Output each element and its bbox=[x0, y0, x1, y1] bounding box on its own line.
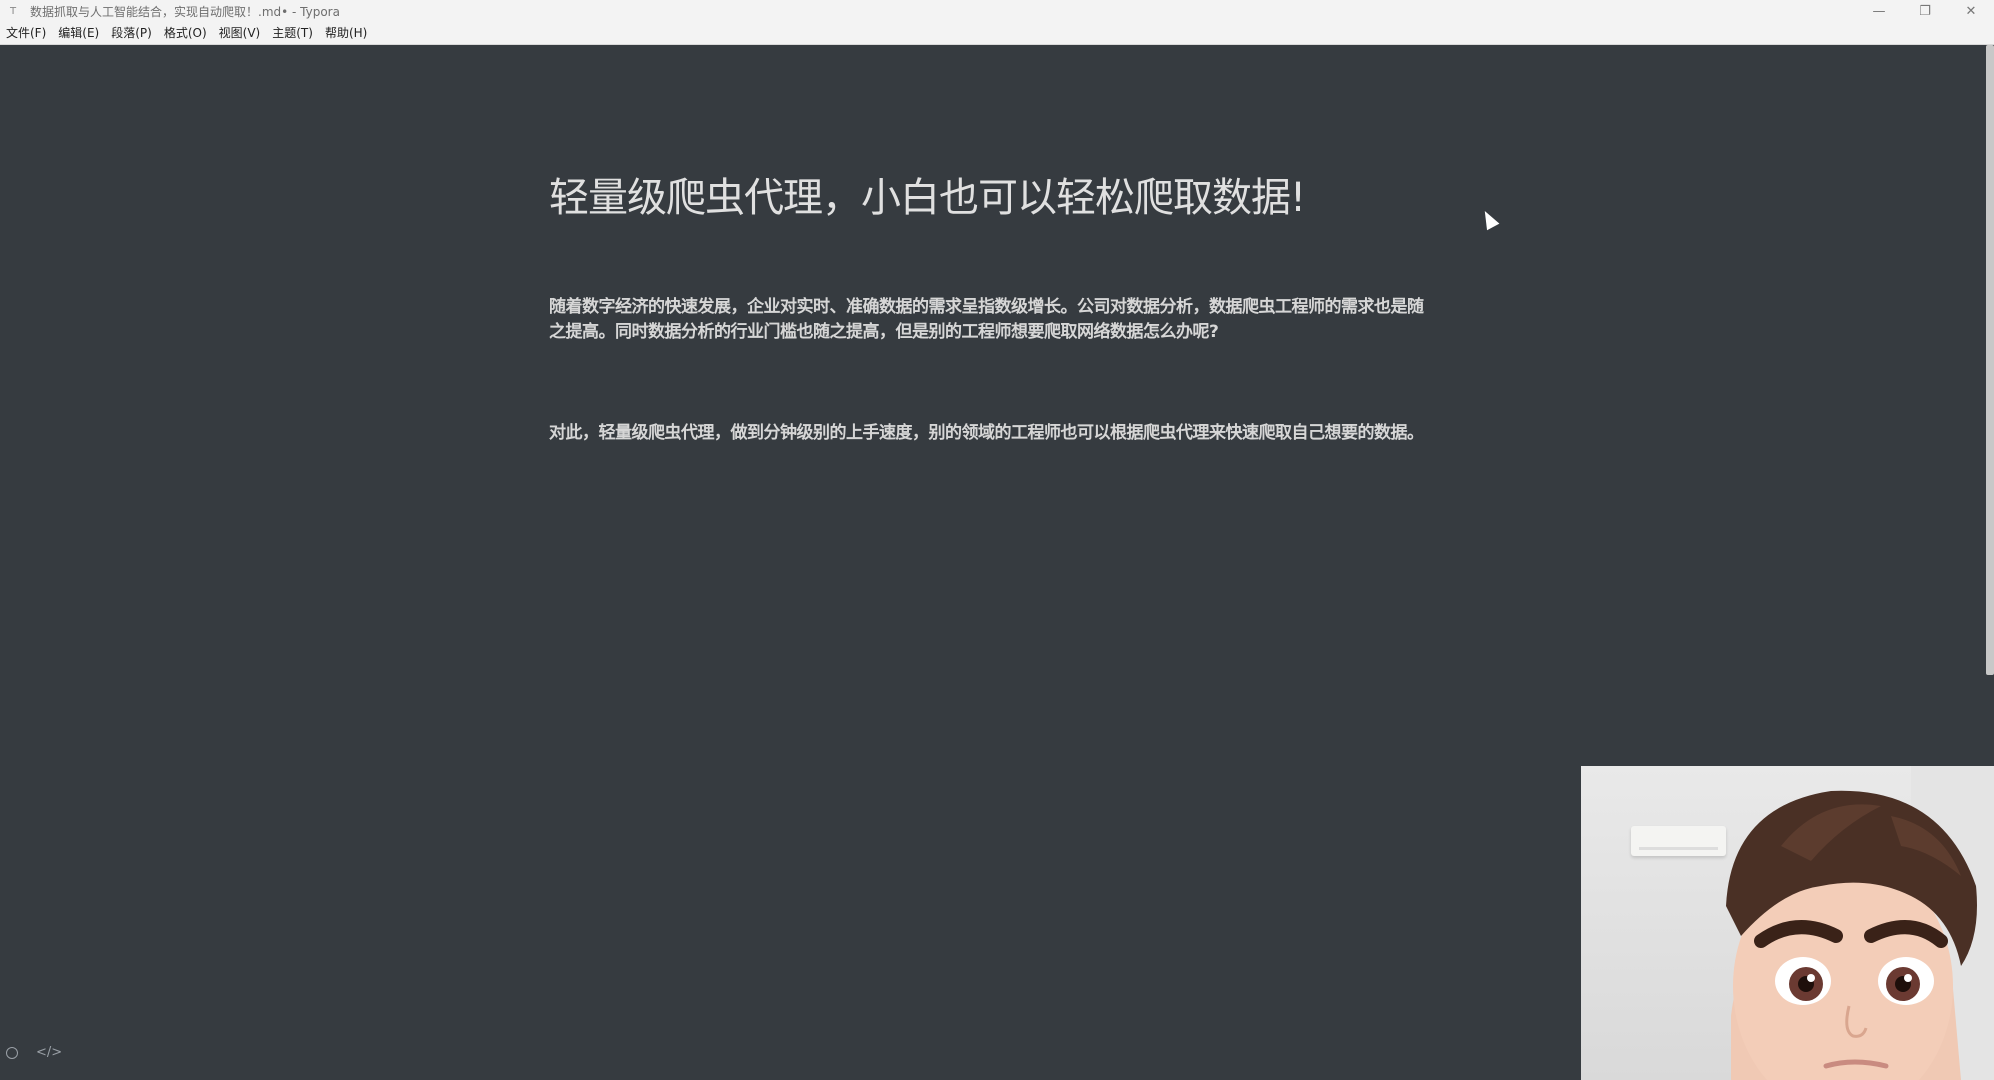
paragraph-1[interactable]: 随着数字经济的快速发展，企业对实时、准确数据的需求呈指数级增长。公司对数据分析，… bbox=[549, 295, 1429, 345]
menu-format[interactable]: 格式(O) bbox=[158, 22, 213, 44]
paragraph-2[interactable]: 对此，轻量级爬虫代理，做到分钟级别的上手速度，别的领域的工程师也可以根据爬虫代理… bbox=[549, 421, 1429, 446]
restore-button[interactable]: ❐ bbox=[1902, 0, 1948, 22]
menu-paragraph[interactable]: 段落(P) bbox=[105, 22, 158, 44]
menu-help[interactable]: 帮助(H) bbox=[319, 22, 373, 44]
vertical-scrollbar[interactable] bbox=[1986, 45, 1994, 675]
title-bar: T 数据抓取与人工智能结合，实现自动爬取！.md• - Typora — ❐ ✕ bbox=[0, 0, 1994, 22]
window-controls: — ❐ ✕ bbox=[1856, 0, 1994, 22]
minimize-button[interactable]: — bbox=[1856, 0, 1902, 22]
menu-view[interactable]: 视图(V) bbox=[213, 22, 267, 44]
status-bar: </> bbox=[6, 1045, 62, 1060]
circle-icon[interactable] bbox=[6, 1046, 18, 1059]
source-mode-button[interactable]: </> bbox=[36, 1045, 62, 1060]
menu-edit[interactable]: 编辑(E) bbox=[52, 22, 105, 44]
menu-theme[interactable]: 主题(T) bbox=[266, 22, 319, 44]
webcam-overlay bbox=[1581, 766, 1994, 1080]
document-content[interactable]: 轻量级爬虫代理，小白也可以轻松爬取数据! 随着数字经济的快速发展，企业对实时、准… bbox=[549, 165, 1429, 446]
menu-bar: 文件(F) 编辑(E) 段落(P) 格式(O) 视图(V) 主题(T) 帮助(H… bbox=[0, 22, 1994, 45]
document-title[interactable]: 轻量级爬虫代理，小白也可以轻松爬取数据! bbox=[549, 165, 1429, 223]
window-title: 数据抓取与人工智能结合，实现自动爬取！.md• - Typora bbox=[30, 4, 340, 19]
close-button[interactable]: ✕ bbox=[1948, 0, 1994, 22]
menu-file[interactable]: 文件(F) bbox=[0, 22, 52, 44]
avatar bbox=[1726, 790, 1977, 1080]
typora-icon: T bbox=[9, 5, 17, 17]
